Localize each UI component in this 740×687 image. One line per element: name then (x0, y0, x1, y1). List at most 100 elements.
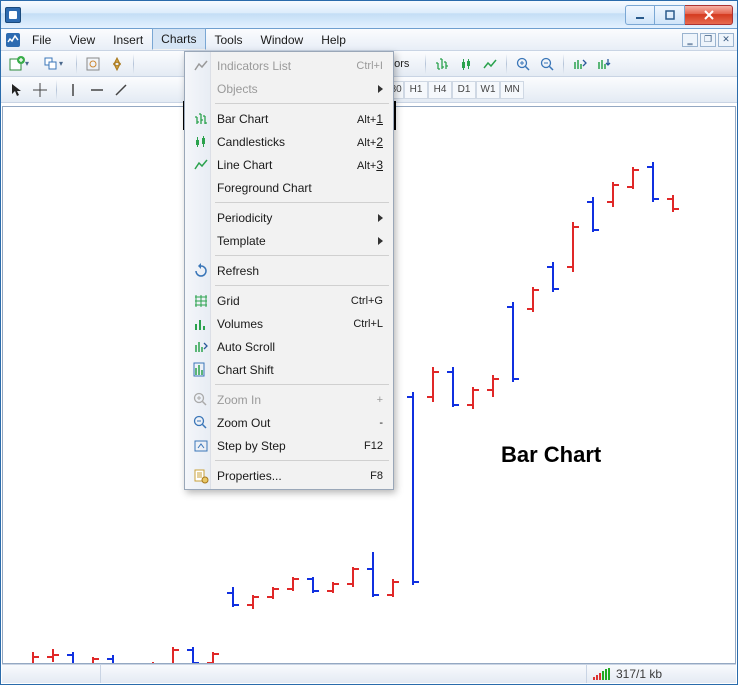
menu-shortcut: Alt+3 (357, 158, 383, 172)
timeframe-w1-button[interactable]: W1 (476, 81, 500, 99)
vertical-line-button[interactable] (62, 79, 84, 101)
candlesticks-icon (191, 132, 211, 152)
menu-foreground-chart[interactable]: Foreground Chart (187, 176, 391, 199)
menu-auto-scroll[interactable]: Auto Scroll (187, 335, 391, 358)
zoom-out-icon (191, 413, 211, 433)
zoom-in-button[interactable] (512, 53, 534, 75)
menubar: FileViewInsertChartsToolsWindowHelp ‗ ❐ … (1, 29, 737, 51)
menu-shortcut: Alt+1 (357, 112, 383, 126)
menu-shortcut: Alt+2 (357, 135, 383, 149)
chart-overlay-label: Bar Chart (501, 442, 601, 468)
menu-label: Zoom Out (217, 416, 270, 430)
horizontal-line-button[interactable] (86, 79, 108, 101)
menu-label: Bar Chart (217, 112, 268, 126)
mdi-close-button[interactable]: ✕ (718, 33, 734, 47)
statusbar-kb: 317/1 kb (616, 667, 662, 681)
tb-candlestick-button[interactable] (455, 53, 477, 75)
grid-icon (191, 291, 211, 311)
autoscroll-button[interactable] (569, 53, 591, 75)
menu-zoom-in: Zoom In + (187, 388, 391, 411)
refresh-icon (191, 261, 211, 281)
menu-label: Volumes (217, 317, 263, 331)
tb-line-chart-button[interactable] (479, 53, 501, 75)
menu-zoom-out[interactable]: Zoom Out - (187, 411, 391, 434)
menu-shortcut: Ctrl+L (353, 318, 383, 330)
menu-indicators-list: Indicators ListCtrl+I (187, 54, 391, 77)
mdi-restore-button[interactable]: ❐ (700, 33, 716, 47)
menu-label: Chart Shift (217, 363, 274, 377)
menu-label: Template (217, 234, 266, 248)
navigator-button[interactable] (106, 53, 128, 75)
menu-label: Foreground Chart (217, 181, 312, 195)
app-window: FileViewInsertChartsToolsWindowHelp ‗ ❐ … (0, 0, 738, 685)
menu-shortcut: + (377, 394, 383, 406)
menu-volumes[interactable]: Volumes Ctrl+L (187, 312, 391, 335)
menu-item-insert[interactable]: Insert (104, 29, 152, 50)
menu-label: Auto Scroll (217, 340, 275, 354)
chartshift-button[interactable] (593, 53, 615, 75)
menu-label: Refresh (217, 264, 259, 278)
menu-periodicity[interactable]: Periodicity (187, 206, 391, 229)
menu-label: Step by Step (217, 439, 286, 453)
menu-item-tools[interactable]: Tools (206, 29, 252, 50)
menu-bar-chart[interactable]: Bar Chart Alt+1 (187, 107, 391, 130)
menu-label: Objects (217, 82, 258, 96)
bar-chart-icon (191, 109, 211, 129)
zoom-in-icon (191, 390, 211, 410)
autoscroll-icon (191, 337, 211, 357)
timeframe-h1-button[interactable]: H1 (404, 81, 428, 99)
menu-item-window[interactable]: Window (252, 29, 313, 50)
timeframe-d1-button[interactable]: D1 (452, 81, 476, 99)
menu-label: Properties... (217, 469, 282, 483)
market-watch-button[interactable] (82, 53, 104, 75)
menu-candlesticks[interactable]: Candlesticks Alt+2 (187, 130, 391, 153)
menu-label: Indicators List (217, 59, 291, 73)
crosshair-tool-button[interactable] (29, 79, 51, 101)
close-button[interactable] (685, 5, 733, 25)
menu-chart-shift[interactable]: Chart Shift (187, 358, 391, 381)
app-icon-small (3, 29, 23, 50)
new-chart-button[interactable]: ▾ (5, 53, 37, 75)
submenu-arrow-icon (378, 85, 383, 93)
menu-shortcut: F8 (370, 470, 383, 482)
menu-shortcut: - (379, 417, 383, 429)
submenu-arrow-icon (378, 214, 383, 222)
mdi-minimize-button[interactable]: ‗ (682, 33, 698, 47)
menu-template[interactable]: Template (187, 229, 391, 252)
menu-step-by-step[interactable]: Step by Step F12 (187, 434, 391, 457)
timeframe-mn-button[interactable]: MN (500, 81, 524, 99)
minimize-button[interactable] (625, 5, 655, 25)
menu-item-view[interactable]: View (60, 29, 104, 50)
submenu-arrow-icon (378, 237, 383, 245)
menu-item-file[interactable]: File (23, 29, 60, 50)
menu-label: Periodicity (217, 211, 272, 225)
menu-refresh[interactable]: Refresh (187, 259, 391, 282)
titlebar (1, 1, 737, 29)
menu-shortcut: F12 (364, 440, 383, 452)
properties-icon (191, 466, 211, 486)
timeframe-h4-button[interactable]: H4 (428, 81, 452, 99)
volumes-icon (191, 314, 211, 334)
trendline-button[interactable] (110, 79, 132, 101)
charts-menu-dropdown: Indicators ListCtrl+I Objects Bar Chart Alt… (184, 51, 394, 490)
menu-label: Candlesticks (217, 135, 285, 149)
menu-objects: Objects (187, 77, 391, 100)
chartshift-icon (191, 360, 211, 380)
line-chart-icon (191, 155, 211, 175)
zoom-out-button[interactable] (536, 53, 558, 75)
menu-grid[interactable]: GridCtrl+G (187, 289, 391, 312)
menu-item-help[interactable]: Help (312, 29, 355, 50)
cursor-tool-button[interactable] (5, 79, 27, 101)
menu-label: Grid (217, 294, 240, 308)
step-icon (191, 436, 211, 456)
mdi-controls: ‗ ❐ ✕ (682, 29, 737, 50)
profiles-button[interactable]: ▾ (39, 53, 71, 75)
tb-bar-chart-button[interactable] (431, 53, 453, 75)
menu-item-charts[interactable]: Charts (152, 28, 205, 50)
menu-properties[interactable]: Properties... F8 (187, 464, 391, 487)
menu-label: Line Chart (217, 158, 272, 172)
maximize-button[interactable] (655, 5, 685, 25)
window-controls (625, 5, 733, 25)
menu-line-chart[interactable]: Line Chart Alt+3 (187, 153, 391, 176)
menu-label: Zoom In (217, 393, 261, 407)
